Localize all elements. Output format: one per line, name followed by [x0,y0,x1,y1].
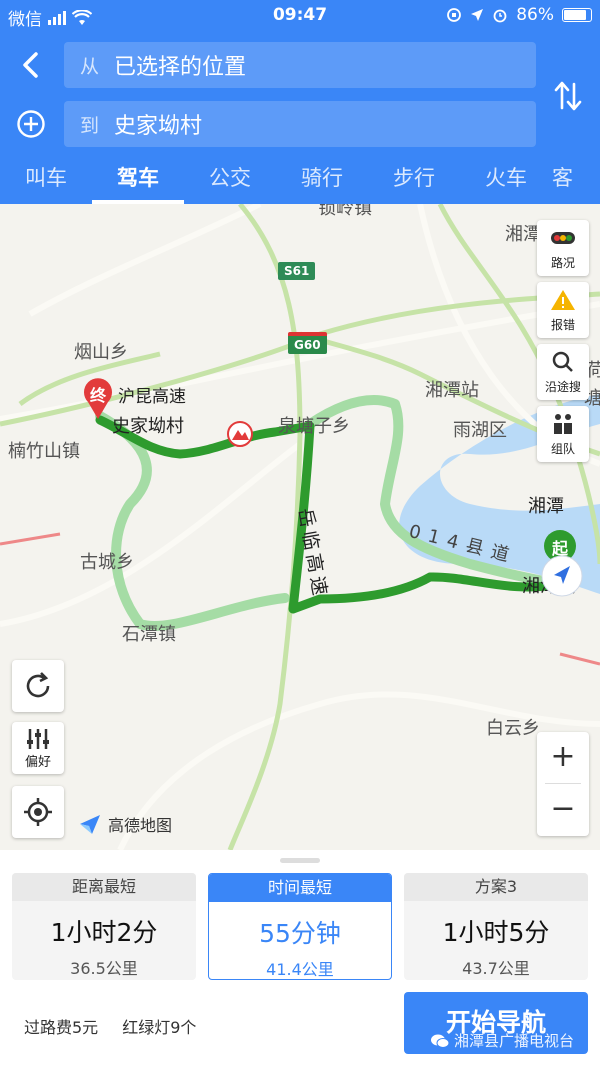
lock-rotation-icon [447,8,462,22]
back-icon[interactable] [14,48,48,82]
traffic-button[interactable]: 路况 [537,220,589,276]
toll-info: 过路费5元 [24,1018,99,1037]
zoom-out-button[interactable]: − [537,784,589,836]
traffic-icon [551,232,575,244]
destination-value: 史家坳村 [114,114,203,139]
amap-logo-text: 高德地图 [108,816,173,835]
zoom-controls: + − [537,732,589,836]
tab-coach[interactable]: 客 [552,162,600,192]
end-marker[interactable]: 终 [80,376,116,420]
map-label-town: 锁岭镇 [318,204,372,219]
preference-label: 偏好 [24,755,51,770]
map-label-yanshan: 烟山乡 [74,342,128,363]
alarm-icon [493,9,507,23]
amap-logo: 高德地图 [78,812,172,836]
amap-logo-icon [80,815,100,834]
report-error-button[interactable]: 报错 [537,282,589,338]
highway-shield-g60: G60 [288,332,327,354]
tab-taxi[interactable]: 叫车 [0,162,92,192]
current-location-icon [541,555,583,597]
refresh-icon [26,672,50,698]
tab-bike[interactable]: 骑行 [276,162,368,192]
refresh-button[interactable] [12,660,64,712]
transport-tabs: 叫车 驾车 公交 骑行 步行 火车 客 [0,150,600,204]
map-label-xiangtan-station: 湘潭站 [425,380,479,401]
search-icon [552,351,573,372]
route-info: 过路费5元 红绿灯9个 [24,1014,196,1038]
tab-bus[interactable]: 公交 [184,162,276,192]
locate-icon [24,798,52,826]
route-option-distance: 41.4公里 [266,960,334,979]
traffic-label: 路况 [550,256,575,270]
team-label: 组队 [550,442,575,456]
map-label-baiyun: 白云乡 [486,718,540,739]
report-error-label: 报错 [550,318,575,332]
route-option-fastest[interactable]: 时间最短 55分钟 41.4公里 [208,873,392,980]
team-icon [554,414,572,434]
origin-field[interactable]: 从 已选择的位置 [64,42,536,88]
swap-icon[interactable] [552,78,584,114]
team-button[interactable]: 组队 [537,406,589,462]
add-waypoint-icon[interactable] [16,109,46,139]
search-along-button[interactable]: 沿途搜 [537,344,589,400]
tab-drive[interactable]: 驾车 [92,162,184,192]
map-label-yuhu: 雨湖区 [453,420,507,441]
locate-button[interactable] [12,786,64,838]
map-label-nanzhushan: 楠竹山镇 [8,441,80,462]
highway-shield-s61: S61 [278,262,316,280]
route-header: 微信 09:47 86% 从 已选择的位置 到 史家坳村 叫车 驾车 公交 骑行… [0,0,600,204]
route-option-time: 1小时5分 [442,918,550,947]
route-option-shortest[interactable]: 距离最短 1小时2分 36.5公里 [12,873,196,980]
route-option-plan3[interactable]: 方案3 1小时5分 43.7公里 [404,873,588,980]
roadwork-icon [227,421,253,447]
route-option-time: 1小时2分 [50,918,158,947]
traffic-light-info: 红绿灯9个 [122,1018,197,1037]
battery-percent: 86% [516,5,554,25]
end-marker-label: 终 [89,386,106,405]
route-option-title: 距离最短 [12,873,196,901]
status-bar: 微信 09:47 86% [0,0,600,32]
route-options-panel: 距离最短 1小时2分 36.5公里 时间最短 55分钟 41.4公里 方案3 1… [0,850,600,1067]
tab-train[interactable]: 火车 [460,162,552,192]
origin-prefix: 从 [80,55,100,78]
map-label-destination: 史家坳村 [112,416,184,437]
search-along-label: 沿途搜 [544,380,581,394]
watermark: 湘潭县广播电视台 [430,1030,574,1051]
location-arrow-icon [471,9,484,21]
sliders-icon [27,729,49,749]
map-label-guchen: 古城乡 [80,552,134,573]
preference-button[interactable]: 偏好 [12,722,64,774]
wechat-icon [431,1034,450,1048]
route-option-time: 55分钟 [259,919,341,948]
route-option-distance: 36.5公里 [70,959,138,978]
map-label-xiangtan: 湘潭 [528,496,564,517]
origin-value: 已选择的位置 [114,55,247,80]
battery-icon [562,8,592,22]
map-view[interactable]: 锁岭镇 湘潭 烟山乡 沪昆高速 史家坳村 楠竹山镇 泉塘子乡 湘潭站 雨湖区 湘… [0,204,600,850]
destination-field[interactable]: 到 史家坳村 [64,101,536,147]
destination-prefix: 到 [80,114,100,137]
map-label-shitan: 石潭镇 [122,624,176,645]
route-option-distance: 43.7公里 [462,959,530,978]
route-option-title: 方案3 [404,873,588,901]
zoom-in-button[interactable]: + [537,732,589,784]
map-label-quantangzi: 泉塘子乡 [278,416,350,437]
tab-walk[interactable]: 步行 [368,162,460,192]
warning-icon [551,290,575,310]
drag-handle[interactable] [280,858,320,863]
route-option-title: 时间最短 [209,874,391,902]
map-label-hukun: 沪昆高速 [118,387,186,407]
map-label-xiangtan-top: 湘潭 [505,224,541,245]
watermark-text: 湘潭县广播电视台 [454,1032,575,1050]
